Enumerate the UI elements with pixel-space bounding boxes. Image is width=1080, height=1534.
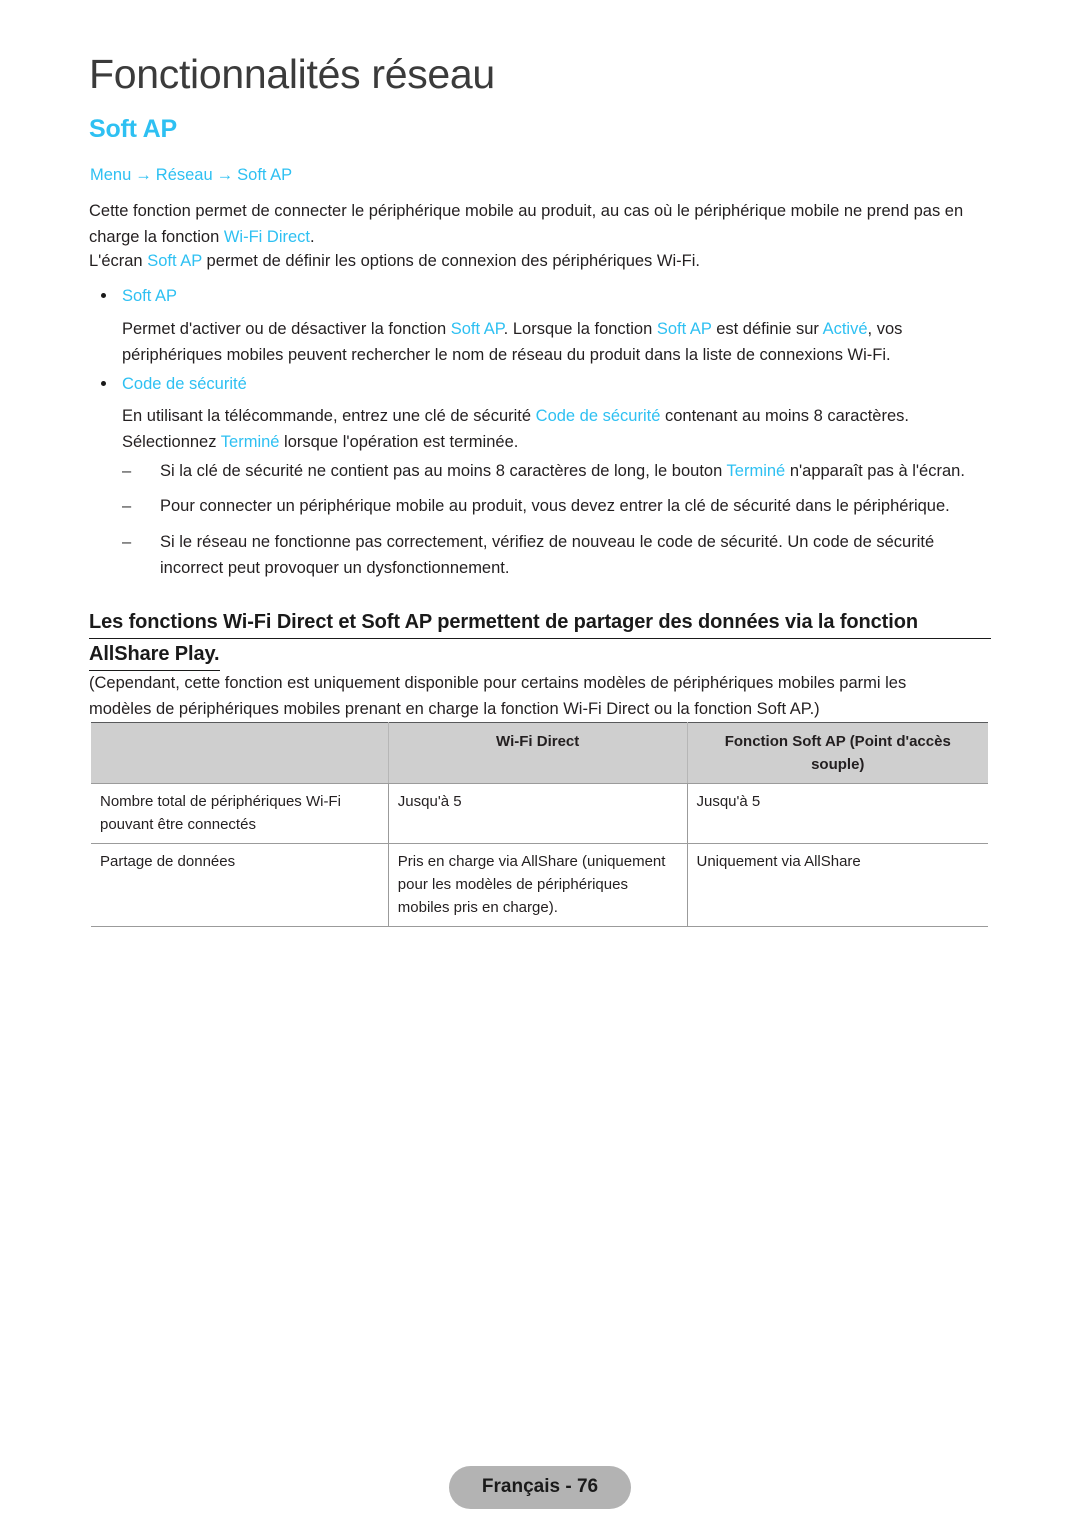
intro-p2-link-soft-ap: Soft AP — [147, 252, 202, 270]
code-desc-link-termine: Terminé — [220, 433, 280, 451]
dash-marker-icon: – — [122, 497, 132, 515]
soft-ap-desc-link-active: Activé — [822, 320, 868, 338]
intro-paragraph-2: L'écran Soft AP permet de définir les op… — [89, 248, 991, 274]
note-item-3-text: Si le réseau ne fonctionne pas correctem… — [160, 533, 935, 577]
note-item-2: – Pour connecter un périphérique mobile … — [122, 493, 991, 519]
code-desc-link-1: Code de sécurité — [535, 407, 661, 425]
table-header-wifi-direct: Wi-Fi Direct — [388, 722, 688, 784]
code-de-securite-description: En utilisant la télécommande, entrez une… — [122, 403, 991, 455]
bullet-dot-icon — [101, 381, 106, 386]
document-page: Fonctionnalités réseau Soft AP Menu → Rése… — [0, 0, 1080, 1534]
table-cell-row1-label: Nombre total de périphériques Wi-Fi pouv… — [91, 783, 389, 844]
table-cell-row2-soft-ap: Uniquement via AllShare — [687, 843, 988, 927]
arrow-right-icon: → — [216, 166, 234, 184]
table-header-soft-ap: Fonction Soft AP (Point d'accès souple) — [687, 722, 988, 784]
list-item-soft-ap: Soft AP — [101, 283, 981, 309]
table-cell-row2-label: Partage de données — [91, 843, 389, 927]
table-row: Nombre total de périphériques Wi-Fi pouv… — [91, 783, 988, 844]
note-1-a: Si la clé de sécurité ne contient pas au… — [160, 462, 727, 480]
soft-ap-desc-b: . Lorsque la fonction — [503, 320, 657, 338]
soft-ap-desc-c: est définie sur — [711, 320, 823, 338]
code-desc-a: En utilisant la télécommande, entrez une… — [122, 407, 536, 425]
section-title: Soft AP — [89, 115, 177, 143]
page-footer-badge: Français - 76 — [449, 1466, 631, 1509]
note-item-3: – Si le réseau ne fonctionne pas correct… — [122, 529, 982, 581]
note-item-2-text: Pour connecter un périphérique mobile au… — [160, 497, 950, 515]
intro-p2-text-a: L'écran — [89, 252, 148, 270]
allshare-note-body: (Cependant, cette fonction est uniquemen… — [89, 674, 907, 718]
table-row: Partage de données Pris en charge via Al… — [91, 843, 988, 927]
comparison-table: Wi-Fi Direct Fonction Soft AP (Point d'a… — [91, 722, 988, 927]
list-item-label: Code de sécurité — [122, 375, 247, 393]
bullet-dot-icon — [101, 293, 106, 298]
table-cell-row2-wifi-direct: Pris en charge via AllShare (uniquement … — [388, 843, 688, 927]
breadcrumb-item-reseau: Réseau — [155, 166, 213, 184]
breadcrumb: Menu → Réseau → Soft AP — [90, 164, 292, 186]
dash-marker-icon: – — [122, 462, 132, 480]
allshare-heading-line-2: AllShare Play. — [89, 639, 220, 671]
page-title: Fonctionnalités réseau — [89, 51, 495, 97]
code-desc-c: lorsque l'opération est terminée. — [279, 433, 519, 451]
list-item-code-de-securite: Code de sécurité — [101, 371, 981, 397]
dash-marker-icon: – — [122, 533, 132, 551]
arrow-right-icon: → — [135, 166, 152, 184]
intro-p1-text-b: . — [310, 228, 315, 246]
breadcrumb-item-menu: Menu — [90, 166, 132, 184]
soft-ap-description: Permet d'activer ou de désactiver la fon… — [122, 316, 991, 368]
note-item-1: – Si la clé de sécurité ne contient pas … — [122, 458, 991, 484]
allshare-note-heading: Les fonctions Wi-Fi Direct et Soft AP pe… — [89, 607, 991, 671]
table-cell-row1-soft-ap: Jusqu'à 5 — [687, 783, 988, 844]
allshare-heading-line-1: Les fonctions Wi-Fi Direct et Soft AP pe… — [89, 607, 991, 639]
table-header-blank — [91, 722, 389, 784]
intro-p1-link-wifi-direct: Wi-Fi Direct — [223, 228, 310, 246]
note-1-b: n'apparaît pas à l'écran. — [785, 462, 965, 480]
note-item-1-text: Si la clé de sécurité ne contient pas au… — [160, 458, 991, 484]
table-header-row: Wi-Fi Direct Fonction Soft AP (Point d'a… — [91, 722, 988, 784]
soft-ap-desc-a: Permet d'activer ou de désactiver la fon… — [122, 320, 451, 338]
table-cell-row1-wifi-direct: Jusqu'à 5 — [388, 783, 688, 844]
list-item-label: Soft AP — [122, 287, 178, 305]
intro-paragraph-1: Cette fonction permet de connecter le pé… — [89, 198, 991, 250]
intro-p1-text-a: Cette fonction permet de connecter le pé… — [89, 202, 964, 246]
intro-p2-text-b: permet de définir les options de connexi… — [201, 252, 700, 270]
soft-ap-desc-link-2: Soft AP — [656, 320, 712, 338]
breadcrumb-item-soft-ap: Soft AP — [237, 166, 293, 184]
soft-ap-desc-link-1: Soft AP — [450, 320, 504, 338]
note-1-link-termine: Terminé — [726, 462, 786, 480]
